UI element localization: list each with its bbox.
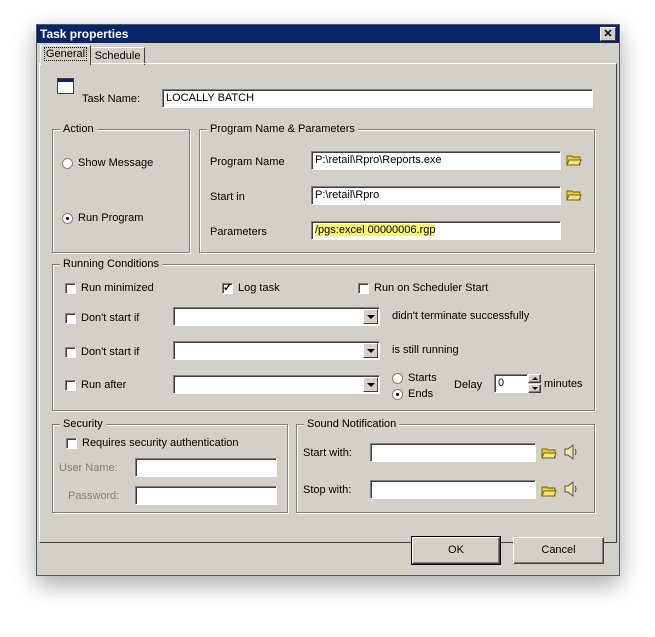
run-on-scheduler-start-checkbox[interactable]	[358, 283, 369, 294]
stop-with-label: Stop with:	[303, 484, 352, 496]
folder-open-icon[interactable]	[541, 485, 557, 497]
tab-schedule-label: Schedule	[94, 50, 141, 62]
cancel-button[interactable]: Cancel	[513, 537, 604, 564]
action-legend: Action	[60, 123, 97, 135]
window-title: Task properties	[40, 27, 129, 41]
starts-radio[interactable]	[392, 373, 403, 384]
general-tab-page: Task Name: LOCALLY BATCH Action Show Mes…	[39, 63, 617, 543]
program-legend: Program Name & Parameters	[207, 123, 358, 135]
security-legend: Security	[60, 418, 106, 430]
chevron-down-icon[interactable]	[363, 343, 378, 358]
ok-button[interactable]: OK	[411, 536, 501, 565]
running-conditions-group: Running Conditions Run minimized Log tas…	[52, 258, 595, 411]
folder-open-icon[interactable]	[566, 154, 582, 166]
task-name-label: Task Name:	[82, 93, 141, 105]
parameters-label: Parameters	[210, 226, 267, 238]
parameters-input[interactable]: /pgs:excel 00000006.rgp	[311, 221, 561, 240]
delay-spinner[interactable]	[528, 374, 541, 393]
dont-start-if-failed-combo[interactable]	[173, 307, 380, 326]
chevron-down-icon[interactable]	[363, 377, 378, 392]
run-program-label: Run Program	[78, 212, 144, 224]
task-name-input[interactable]: LOCALLY BATCH	[162, 89, 593, 108]
spin-down-button[interactable]	[528, 384, 541, 393]
start-in-label: Start in	[210, 191, 245, 203]
dont-start-if-failed-checkbox[interactable]	[65, 313, 76, 324]
show-message-radio[interactable]	[62, 158, 73, 169]
speaker-icon[interactable]	[563, 443, 579, 461]
delay-label: Delay	[454, 379, 483, 391]
tab-general[interactable]: General	[40, 45, 91, 65]
requires-auth-label: Requires security authentication	[82, 437, 239, 449]
log-task-label: Log task	[238, 282, 280, 294]
dont-start-if-running-label: Don't start if	[81, 346, 140, 358]
task-properties-dialog: Task properties ✕ General Schedule Task …	[36, 24, 620, 576]
tab-general-label: General	[43, 47, 88, 61]
close-button[interactable]: ✕	[600, 27, 616, 41]
folder-open-icon[interactable]	[541, 447, 557, 459]
user-name-label: User Name:	[59, 462, 118, 474]
start-in-input[interactable]: P:\retail\Rpro	[311, 186, 561, 205]
password-label: Password:	[68, 490, 120, 502]
run-on-scheduler-start-label: Run on Scheduler Start	[374, 282, 489, 294]
dont-start-if-running-combo[interactable]	[173, 341, 380, 360]
close-icon: ✕	[603, 28, 613, 40]
stop-with-input[interactable]	[370, 480, 536, 499]
ends-radio[interactable]	[392, 389, 403, 400]
still-running-label: is still running	[392, 344, 459, 356]
user-name-input[interactable]	[135, 458, 277, 477]
parameters-value: /pgs:excel 00000006.rgp	[315, 224, 436, 236]
security-group: Security Requires security authenticatio…	[52, 418, 288, 513]
dont-start-if-failed-label: Don't start if	[81, 312, 140, 324]
running-conditions-legend: Running Conditions	[60, 258, 163, 270]
log-task-checkbox[interactable]	[222, 281, 233, 294]
run-after-checkbox[interactable]	[65, 380, 76, 391]
speaker-icon[interactable]	[563, 480, 579, 498]
title-bar: Task properties ✕	[37, 25, 619, 43]
show-message-label: Show Message	[78, 157, 154, 169]
password-input[interactable]	[135, 486, 277, 505]
chevron-down-icon[interactable]	[363, 309, 378, 324]
program-name-input[interactable]: P:\retail\Rpro\Reports.exe	[311, 151, 561, 170]
delay-input[interactable]: 0	[494, 374, 528, 393]
spin-up-button[interactable]	[528, 374, 541, 383]
run-minimized-label: Run minimized	[81, 282, 154, 294]
ends-label: Ends	[408, 388, 434, 400]
program-name-label: Program Name	[210, 156, 285, 168]
run-after-label: Run after	[81, 379, 127, 391]
requires-auth-checkbox[interactable]	[66, 438, 77, 449]
start-with-input[interactable]	[370, 443, 536, 462]
didnt-terminate-label: didn't terminate successfully	[392, 310, 530, 322]
action-group: Action Show Message Run Program	[52, 123, 190, 253]
start-with-label: Start with:	[303, 447, 352, 459]
task-icon	[57, 78, 74, 94]
run-minimized-checkbox[interactable]	[65, 283, 76, 294]
starts-label: Starts	[408, 372, 437, 384]
minutes-label: minutes	[544, 378, 583, 390]
folder-open-icon[interactable]	[566, 189, 582, 201]
run-program-radio[interactable]	[62, 213, 73, 224]
sound-notification-group: Sound Notification Start with: Stop with…	[296, 418, 595, 513]
dont-start-if-running-checkbox[interactable]	[65, 347, 76, 358]
run-after-combo[interactable]	[173, 375, 380, 394]
sound-notification-legend: Sound Notification	[304, 418, 400, 430]
program-group: Program Name & Parameters Program Name P…	[199, 123, 595, 253]
